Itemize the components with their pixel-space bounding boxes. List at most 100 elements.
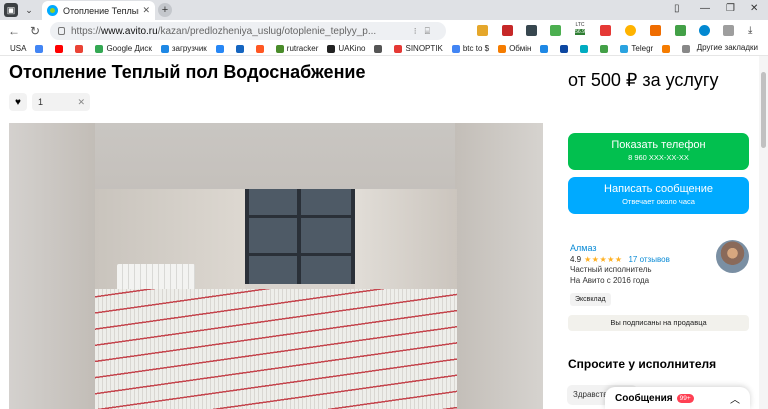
extension-shield-icon[interactable] (477, 25, 488, 36)
tabs-dropdown-icon[interactable]: ⌄ (22, 3, 36, 17)
chevron-up-icon[interactable]: ︿ (730, 391, 740, 406)
bookmark-label: Обмін (509, 44, 532, 53)
bookmark-item[interactable] (55, 44, 66, 53)
bookmark-label: SINOPTIK (405, 44, 443, 53)
bookmark-item[interactable]: SINOPTIK (394, 44, 443, 53)
bookmarks-bar: USA Google Диск загрузчик rutracker UAKino SI… (0, 42, 768, 56)
extension-blue-icon[interactable] (699, 25, 710, 36)
bookmark-favicon-icon (327, 44, 336, 53)
bookmark-favicon-icon (451, 44, 460, 53)
favorites-count-chip[interactable]: 1 ✕ (32, 93, 90, 111)
page-scrollbar[interactable] (759, 56, 768, 409)
bookmark-item[interactable] (255, 44, 267, 53)
maximize-button[interactable]: ❐ (726, 3, 735, 14)
extension-orange-icon[interactable] (650, 25, 661, 36)
downloads-icon[interactable]: ⤓ (748, 25, 759, 36)
bookmark-favicon-icon (560, 44, 569, 53)
extension-green-icon[interactable] (550, 25, 561, 36)
ltc-value: 56.9 (575, 29, 585, 35)
bookmark-item[interactable]: загрузчик (160, 44, 207, 53)
bookmark-item[interactable] (215, 44, 227, 53)
bookmark-favicon-icon (662, 44, 671, 53)
favorite-heart-icon[interactable]: ♥ (9, 93, 27, 111)
bookmark-tab-icon[interactable]: ▯ (674, 3, 680, 14)
extension-yellow-icon[interactable] (625, 25, 636, 36)
tab-close-icon[interactable]: ✕ (142, 5, 150, 16)
url-path: /kazan/predlozheniya_uslug/otoplenie_tep… (157, 25, 377, 37)
bookmark-favicon-icon (255, 44, 264, 53)
bookmark-item[interactable]: Telegr (620, 44, 653, 53)
bookmark-item[interactable]: USA (10, 44, 26, 53)
subscribed-button[interactable]: Вы подписаны на продавца (568, 315, 749, 331)
messages-label: Сообщения (615, 392, 673, 404)
url-scheme: https:// (71, 25, 102, 37)
bookmark-item[interactable] (580, 44, 591, 53)
write-message-button[interactable]: Написать сообщение Отвечает около часа (568, 177, 749, 214)
bookmark-favicon-icon (394, 44, 403, 53)
bookmark-item[interactable]: UAKino (327, 44, 365, 53)
bookmark-item[interactable] (682, 44, 693, 53)
minimize-button[interactable]: — (700, 3, 710, 14)
extensions-menu-icon[interactable] (723, 25, 734, 36)
bookmark-label: Google Диск (106, 44, 152, 53)
ltc-label: LTC (575, 22, 585, 28)
messages-badge: 99+ (676, 393, 694, 403)
extension-red-icon[interactable] (502, 25, 513, 36)
address-bar[interactable]: https:// www.avito.ru /kazan/predlozheni… (50, 22, 446, 40)
other-bookmarks[interactable]: Другие закладки (697, 43, 758, 52)
photo-window (245, 189, 355, 284)
reply-time: Отвечает около часа (622, 197, 695, 206)
bookmark-item[interactable]: Обмін (498, 44, 531, 53)
show-phone-button[interactable]: Показать телефон 8 960 XXX-XX-XX (568, 133, 749, 170)
page-content: Отопление Теплый пол Водоснабжение ♥ 1 ✕… (0, 56, 768, 409)
bookmark-favicon-icon (275, 44, 284, 53)
messages-widget[interactable]: Сообщения 99+ ︿ (605, 387, 750, 409)
listing-photo[interactable] (95, 189, 457, 409)
new-tab-button[interactable]: + (158, 3, 172, 17)
seller-since: На Авито с 2016 года (570, 276, 650, 285)
bookmark-label: USA (10, 44, 27, 53)
favorites-count: 1 (38, 97, 44, 107)
seller-avatar[interactable] (716, 240, 749, 273)
extension-dark-icon[interactable] (526, 25, 537, 36)
bookmark-item[interactable] (235, 44, 247, 53)
bookmark-item[interactable]: rutracker (275, 44, 318, 53)
page-title: Отопление Теплый пол Водоснабжение (9, 62, 366, 82)
price: от 500 ₽ за услугу (568, 70, 719, 90)
bookmark-item[interactable] (560, 44, 571, 53)
bookmark-item[interactable] (662, 44, 673, 53)
bookmark-favicon-icon (620, 44, 629, 53)
close-window-button[interactable]: ✕ (750, 3, 758, 14)
scrollbar-thumb[interactable] (761, 72, 766, 148)
back-icon[interactable]: ← (8, 24, 20, 38)
avito-favicon-icon (47, 5, 58, 16)
bookmark-item[interactable] (35, 44, 46, 53)
window-frame (245, 215, 355, 218)
extension-ltc-icon[interactable]: LTC 56.9 (573, 22, 587, 36)
bookmark-item[interactable] (600, 44, 611, 53)
reviews-link[interactable]: 17 отзывов (628, 255, 669, 264)
bookmark-favicon-icon (35, 44, 44, 53)
seller-name-link[interactable]: Алмаз (570, 243, 596, 253)
bookmark-favicon-icon (55, 44, 64, 53)
bookmark-item[interactable]: Google Диск (95, 44, 152, 53)
chip-close-icon[interactable]: ✕ (77, 97, 85, 108)
phone-masked: 8 960 XXX-XX-XX (628, 153, 689, 162)
extension-badge-icon[interactable] (600, 25, 611, 36)
photo-heated-floor (95, 289, 457, 409)
download-arrow-icon[interactable] (675, 25, 686, 36)
bookmark-item[interactable] (75, 44, 86, 53)
rating-value: 4.9 (570, 255, 582, 264)
bookmark-item[interactable]: btc to $ (451, 44, 489, 53)
photo-gallery[interactable] (9, 123, 543, 409)
bookmark-favicon-icon (498, 44, 507, 53)
tab-active[interactable]: Отопление Теплый пол ✕ (42, 1, 155, 20)
bookmark-favicon-icon (75, 44, 84, 53)
browser-menu-icon[interactable]: ▣ (4, 3, 18, 17)
bookmark-favicon-icon (235, 44, 244, 53)
bookmark-label: загрузчик (171, 44, 207, 53)
bookmark-item[interactable] (540, 44, 551, 53)
address-actions-icon[interactable]: ⁝⌸ (414, 26, 438, 37)
reload-icon[interactable]: ↻ (30, 24, 40, 38)
bookmark-item[interactable] (374, 44, 385, 53)
